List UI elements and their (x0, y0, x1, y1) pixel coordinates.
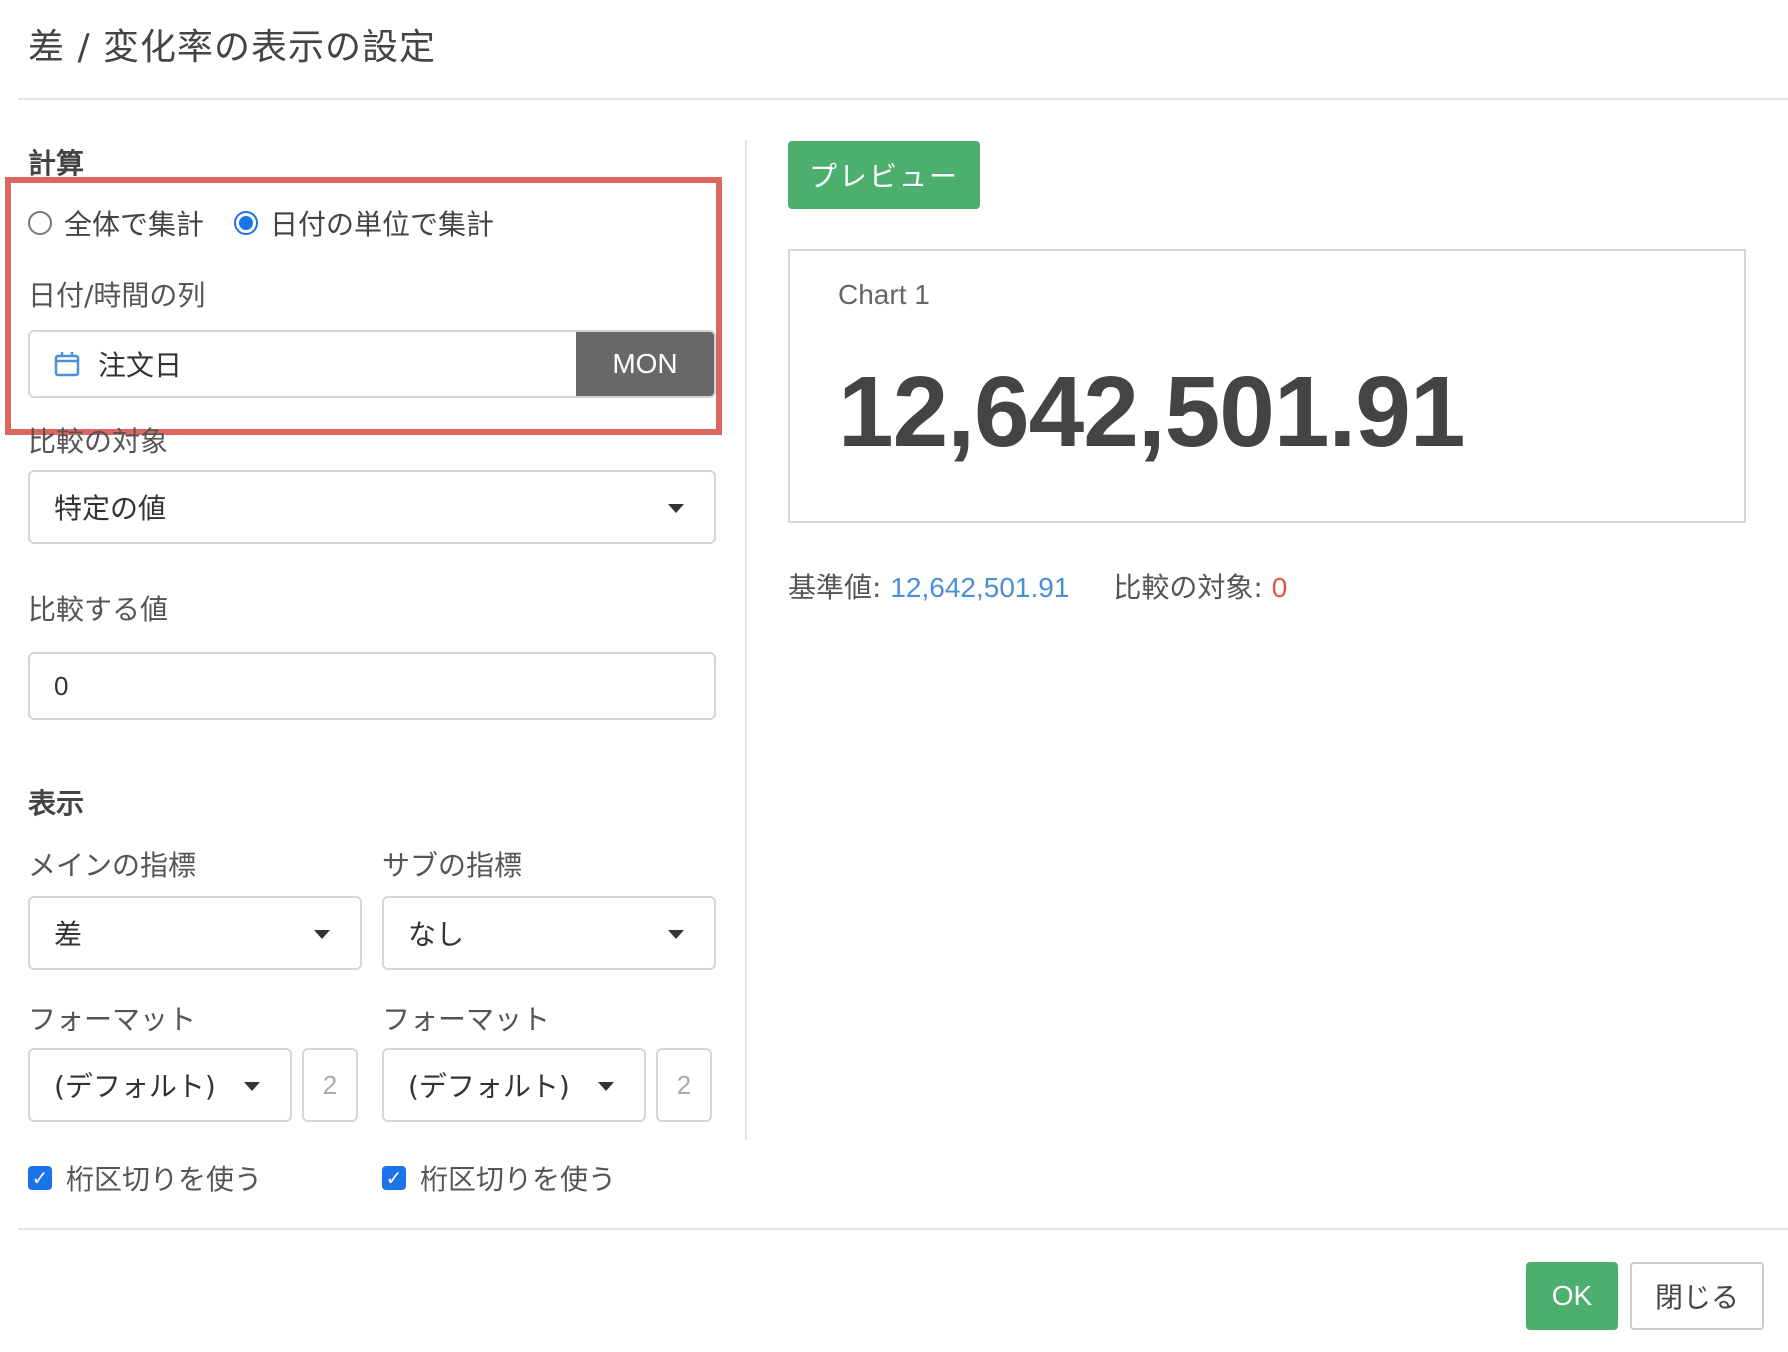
sub-metric-value: なし (408, 918, 465, 951)
compare-value-input[interactable]: 0 (28, 652, 716, 720)
compare-target-select[interactable]: 特定の値 (28, 470, 716, 544)
calc-section-label: 計算 (28, 147, 85, 180)
main-metric-select[interactable]: 差 (28, 896, 362, 970)
radio-checked-icon (234, 211, 259, 235)
preview-button[interactable]: プレビュー (788, 141, 980, 209)
close-button[interactable]: 閉じる (1630, 1262, 1764, 1330)
radio-label-aggregate-by-date: 日付の単位で集計 (270, 208, 495, 241)
pane-divider (745, 140, 747, 1140)
sub-format-select[interactable]: (デフォルト) (382, 1048, 646, 1122)
chevron-down-icon (244, 1082, 260, 1091)
header-divider (18, 98, 1788, 100)
compare-value-label: 比較する値 (28, 593, 169, 626)
sub-metric-label: サブの指標 (382, 849, 523, 882)
sub-format-value: (デフォルト) (408, 1070, 570, 1103)
radio-label-aggregate-all: 全体で集計 (64, 208, 205, 241)
main-decimals-input[interactable]: 2 (302, 1048, 358, 1122)
sub-separator-checkbox[interactable]: ✓ 桁区切りを使う (382, 1158, 616, 1198)
main-format-select[interactable]: (デフォルト) (28, 1048, 292, 1122)
compare-value: 0 (1271, 572, 1288, 603)
base-label: 基準値: (788, 571, 882, 604)
date-column-label: 日付/時間の列 (28, 279, 206, 312)
sub-format-label: フォーマット (382, 1003, 551, 1036)
chart-title: Chart 1 (838, 279, 930, 310)
calendar-icon (54, 352, 80, 377)
compare-target-value: 特定の値 (54, 492, 167, 525)
main-separator-label: 桁区切りを使う (66, 1163, 263, 1196)
footer-divider (18, 1228, 1788, 1230)
radio-aggregate-by-date[interactable]: 日付の単位で集計 (234, 203, 494, 243)
compare-stat: 比較の対象: 0 (1113, 566, 1287, 606)
preview-chart-card: Chart 1 12,642,501.91 (788, 249, 1746, 523)
chart-value: 12,642,501.91 (838, 356, 1466, 468)
date-column-field[interactable]: 注文日 (30, 332, 576, 396)
sub-decimals-input[interactable]: 2 (656, 1048, 712, 1122)
radio-unchecked-icon (28, 211, 52, 235)
main-metric-label: メインの指標 (28, 849, 197, 882)
base-stat: 基準値: 12,642,501.91 (788, 566, 1069, 606)
radio-aggregate-all[interactable]: 全体で集計 (28, 203, 204, 243)
chevron-down-icon (668, 930, 684, 939)
settings-dialog: 差 / 変化率の表示の設定 計算 全体で集計 日付の単位で集計 日付/時間の列 … (0, 0, 1788, 1352)
chevron-down-icon (314, 930, 330, 939)
chevron-down-icon (598, 1082, 614, 1091)
compare-target-label: 比較の対象 (28, 425, 169, 458)
main-format-label: フォーマット (28, 1003, 197, 1036)
date-column-picker: 注文日 MON (28, 330, 716, 398)
dialog-title: 差 / 変化率の表示の設定 (28, 27, 437, 68)
date-unit-button[interactable]: MON (576, 332, 714, 396)
display-section-label: 表示 (28, 787, 85, 820)
main-format-value: (デフォルト) (54, 1070, 216, 1103)
base-value: 12,642,501.91 (890, 572, 1070, 603)
main-metric-value: 差 (54, 918, 83, 951)
chevron-down-icon (668, 504, 684, 513)
ok-button[interactable]: OK (1526, 1262, 1618, 1330)
main-separator-checkbox[interactable]: ✓ 桁区切りを使う (28, 1158, 262, 1198)
preview-stats: 基準値: 12,642,501.91 比較の対象: 0 (788, 566, 1331, 606)
checkbox-checked-icon: ✓ (28, 1166, 52, 1190)
sub-metric-select[interactable]: なし (382, 896, 716, 970)
checkbox-checked-icon: ✓ (382, 1166, 406, 1190)
date-column-value: 注文日 (98, 349, 183, 382)
sub-separator-label: 桁区切りを使う (420, 1163, 617, 1196)
calc-mode-radio-group: 全体で集計 日付の単位で集計 (28, 203, 524, 243)
compare-label: 比較の対象: (1113, 571, 1263, 604)
